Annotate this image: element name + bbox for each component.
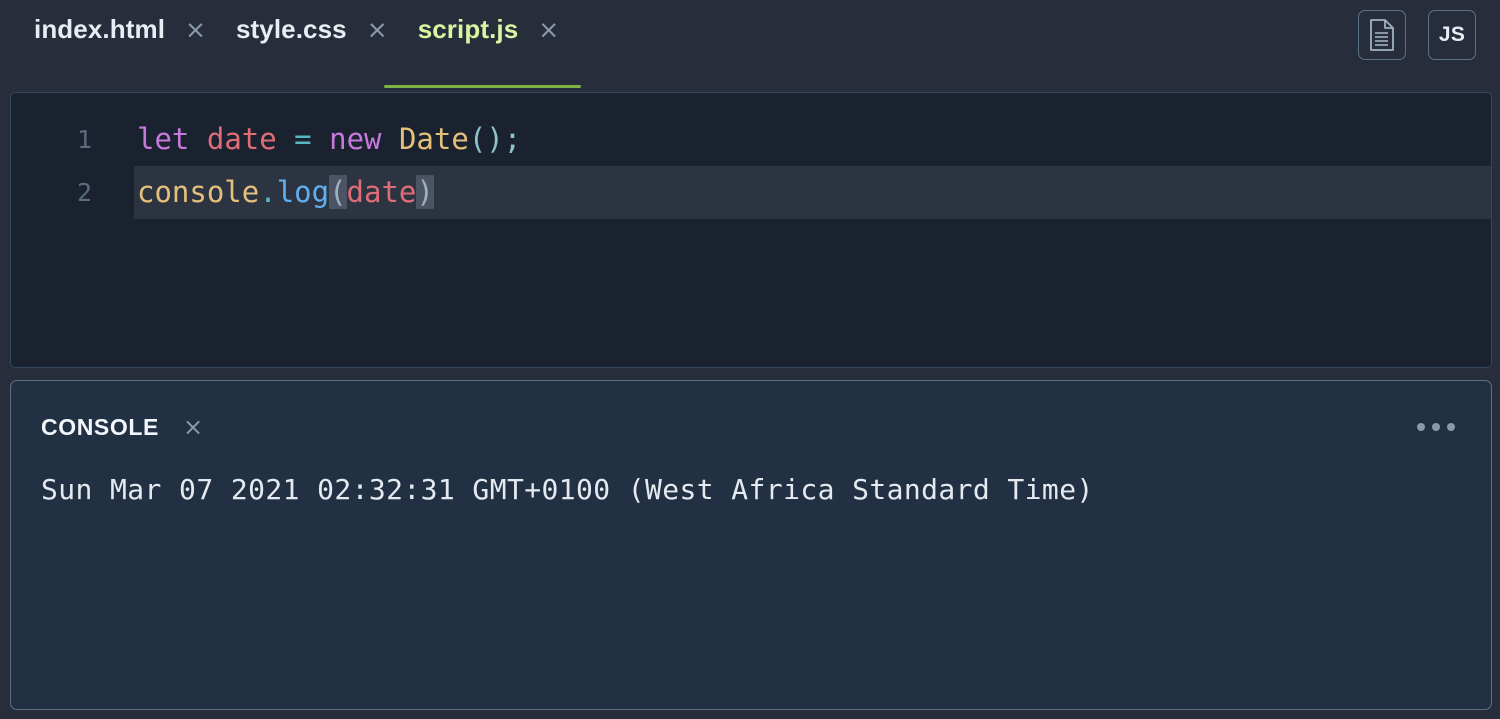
code-editor-app: index.html × style.css × script.js × JS … [0, 0, 1500, 719]
console-title: CONSOLE [41, 413, 159, 440]
js-badge-label: JS [1438, 23, 1466, 46]
token-semicolon: ; [503, 122, 522, 156]
token-variable: date [206, 122, 277, 156]
token-variable: date [346, 175, 417, 209]
js-badge-icon[interactable]: JS [1428, 10, 1476, 60]
console-panel: CONSOLE × Sun Mar 07 2021 02:32:31 GMT+0… [10, 380, 1492, 710]
token-operator: = [294, 122, 312, 156]
console-header: CONSOLE × [11, 381, 1491, 473]
editor-tab-bar: index.html × style.css × script.js × JS [0, 0, 1500, 92]
token-keyword: let [137, 122, 190, 156]
tab-list: index.html × style.css × script.js × [34, 0, 1358, 92]
token-class: Date [398, 122, 469, 156]
code-line-active[interactable]: 2 console.log(date) [11, 166, 1491, 219]
close-icon[interactable]: × [367, 17, 388, 76]
close-icon[interactable]: × [538, 17, 559, 76]
dot [1417, 423, 1425, 431]
tab-underline [34, 85, 206, 88]
code-line[interactable]: 1 let date = new Date(); [11, 113, 1491, 166]
console-output-line: Sun Mar 07 2021 02:32:31 GMT+0100 (West … [41, 473, 1094, 506]
code-area[interactable]: 1 let date = new Date(); 2 console.log(d… [11, 93, 1491, 219]
more-options-icon[interactable] [1417, 423, 1461, 431]
line-number: 2 [76, 178, 92, 207]
token-open-paren-highlight: ( [329, 175, 347, 209]
dot [1447, 423, 1455, 431]
close-icon[interactable]: × [183, 415, 203, 439]
tab-underline [383, 85, 582, 88]
code-editor-panel[interactable]: 1 let date = new Date(); 2 console.log(d… [10, 92, 1492, 368]
tab-label: script.js [417, 14, 519, 44]
token-dot: . [259, 175, 277, 209]
console-output: Sun Mar 07 2021 02:32:31 GMT+0100 (West … [11, 473, 1491, 507]
tab-index-html[interactable]: index.html × [34, 0, 206, 92]
line-number: 1 [76, 125, 92, 154]
close-icon[interactable]: × [185, 17, 206, 76]
token-close-paren-highlight: ) [416, 175, 434, 209]
tab-style-css[interactable]: style.css × [236, 0, 388, 92]
dot [1432, 423, 1440, 431]
token-keyword: new [329, 122, 382, 156]
code-line-text[interactable]: console.log(date) [134, 166, 434, 219]
tab-label: index.html [34, 14, 166, 44]
token-object: console [137, 175, 260, 209]
tab-label: style.css [235, 14, 347, 44]
document-icon[interactable] [1358, 10, 1406, 60]
token-parens: () [468, 122, 504, 156]
tab-underline [236, 85, 388, 88]
tab-bar-actions: JS [1358, 10, 1476, 82]
token-function: log [276, 175, 330, 209]
tab-script-js[interactable]: script.js × [383, 0, 582, 92]
code-line-text[interactable]: let date = new Date(); [134, 113, 521, 166]
